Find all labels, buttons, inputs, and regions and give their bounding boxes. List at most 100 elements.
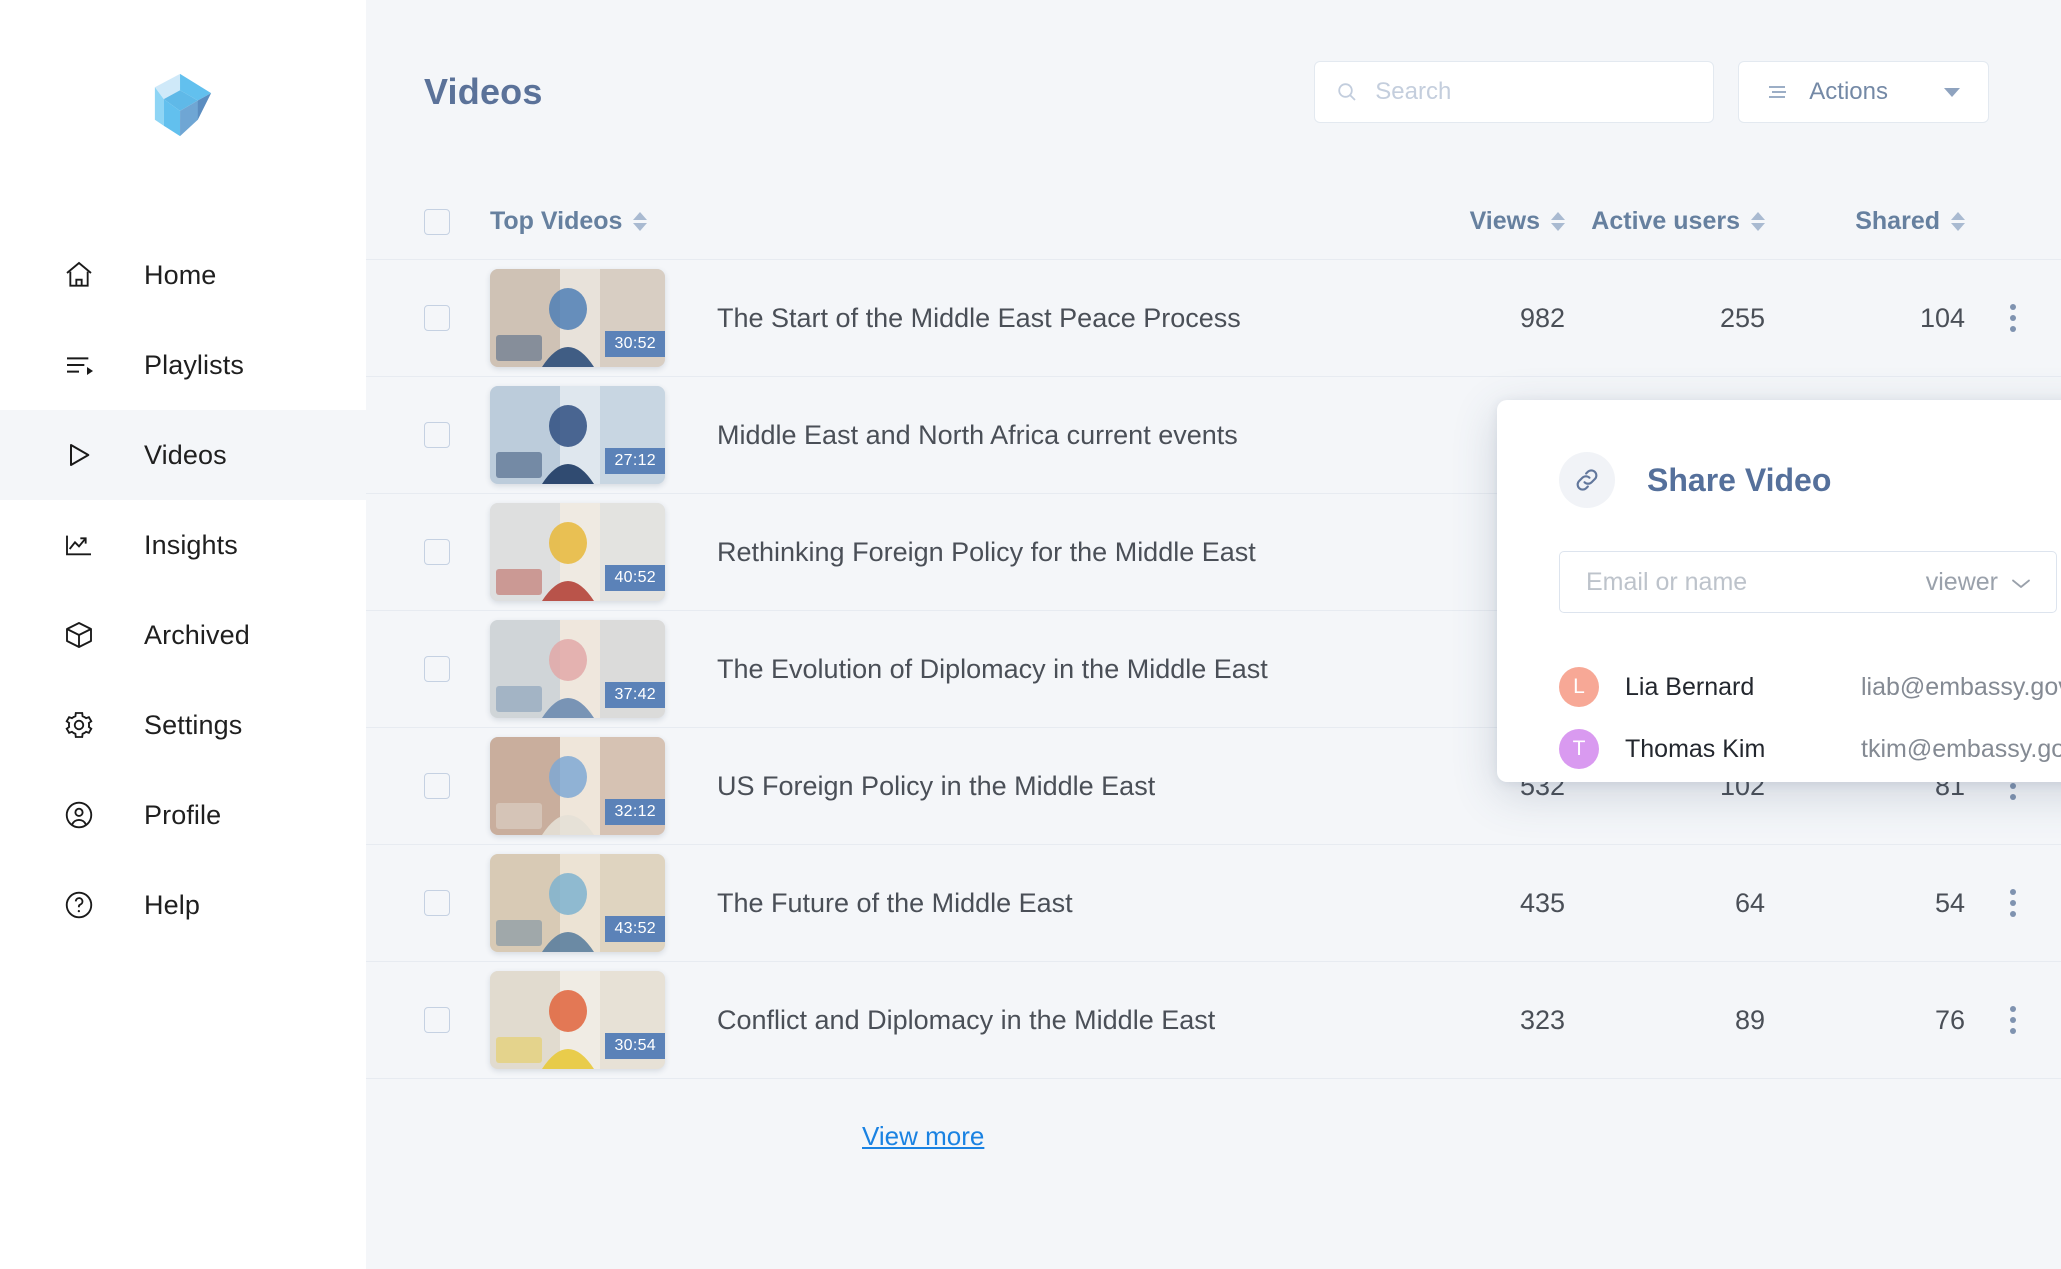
video-duration: 40:52 [605, 565, 665, 591]
sidebar-item-home[interactable]: Home [0, 230, 366, 320]
main-content: Videos Actions [366, 0, 2061, 1269]
video-title: The Future of the Middle East [717, 887, 1073, 918]
role-select[interactable]: viewer [1926, 568, 2032, 597]
shared-value: 104 [1919, 302, 1965, 333]
column-header-title: Top Videos [490, 207, 1365, 236]
sidebar-item-playlists[interactable]: Playlists [0, 320, 366, 410]
row-select-cell [424, 773, 490, 799]
row-shared-cell: 104 [1765, 303, 1965, 334]
column-header-label: Shared [1855, 207, 1940, 235]
views-value: 323 [1519, 1004, 1565, 1035]
sidebar-item-label: Profile [144, 799, 222, 830]
row-shared-cell: 54 [1765, 888, 1965, 919]
select-all-cell [424, 208, 490, 235]
person-email: tkim@embassy.gov [1861, 734, 2061, 763]
table-row[interactable]: 30:52 The Start of the Middle East Peace… [366, 260, 2061, 377]
sort-icon [1751, 212, 1765, 231]
column-header-views: Views [1365, 207, 1565, 236]
sidebar-item-label: Help [144, 889, 200, 920]
email-input[interactable] [1586, 567, 1926, 597]
video-thumbnail[interactable]: 32:12 [490, 737, 665, 835]
row-views-cell: 982 [1365, 303, 1565, 334]
row-active-users-cell: 64 [1565, 888, 1765, 919]
video-duration: 37:42 [605, 682, 665, 708]
views-value: 435 [1519, 887, 1565, 918]
kebab-menu-icon[interactable] [2010, 1006, 2016, 1034]
row-views-cell: 435 [1365, 888, 1565, 919]
view-more-link[interactable]: View more [862, 1121, 984, 1151]
kebab-menu-icon[interactable] [2010, 304, 2016, 332]
shared-person-row[interactable]: L Lia Bernard liab@embassy.gov Editor [1559, 656, 2061, 718]
row-select-cell [424, 539, 490, 565]
sidebar: Home Playlists Videos Insights Archived … [0, 0, 366, 1269]
row-title-cell: 32:12 US Foreign Policy in the Middle Ea… [490, 737, 1365, 835]
row-checkbox[interactable] [424, 305, 450, 331]
table-row[interactable]: 43:52 The Future of the Middle East 435 … [366, 845, 2061, 962]
video-title: The Start of the Middle East Peace Proce… [717, 302, 1241, 333]
row-checkbox[interactable] [424, 656, 450, 682]
row-select-cell [424, 656, 490, 682]
sort-icon [633, 212, 648, 231]
row-title-cell: 30:54 Conflict and Diplomacy in the Midd… [490, 971, 1365, 1069]
question-circle-icon [62, 888, 96, 922]
search-box[interactable] [1314, 61, 1715, 123]
kebab-menu-icon[interactable] [2010, 889, 2016, 917]
sidebar-item-label: Videos [144, 439, 227, 470]
email-or-name-field[interactable]: viewer [1559, 551, 2057, 613]
actions-button[interactable]: Actions [1738, 61, 1989, 123]
row-menu-cell [1965, 889, 2061, 917]
list-icon [1765, 81, 1789, 103]
row-checkbox[interactable] [424, 539, 450, 565]
video-thumbnail[interactable]: 27:12 [490, 386, 665, 484]
shared-value: 54 [1934, 887, 1965, 918]
row-select-cell [424, 305, 490, 331]
row-select-cell [424, 890, 490, 916]
sort-by-shared[interactable]: Shared [1855, 207, 1965, 236]
play-triangle-logo-icon [154, 73, 212, 137]
topbar-controls: Actions [1314, 61, 1989, 123]
app-root: Home Playlists Videos Insights Archived … [0, 0, 2061, 1269]
link-icon [1559, 452, 1615, 508]
modal-title: Share Video [1647, 461, 1832, 498]
video-thumbnail[interactable]: 43:52 [490, 854, 665, 952]
video-thumbnail[interactable]: 40:52 [490, 503, 665, 601]
shared-person-row[interactable]: T Thomas Kim tkim@embassy.gov Viewer [1559, 718, 2061, 780]
select-all-checkbox[interactable] [424, 208, 450, 235]
sidebar-item-archived[interactable]: Archived [0, 590, 366, 680]
row-checkbox[interactable] [424, 422, 450, 448]
video-thumbnail[interactable]: 37:42 [490, 620, 665, 718]
row-views-cell: 323 [1365, 1005, 1565, 1036]
sort-by-title[interactable]: Top Videos [490, 207, 648, 236]
active-users-value: 255 [1719, 302, 1765, 333]
trending-up-icon [62, 528, 96, 562]
actions-button-label: Actions [1809, 78, 1888, 105]
sidebar-item-profile[interactable]: Profile [0, 770, 366, 860]
page-title: Videos [424, 71, 543, 112]
sidebar-item-settings[interactable]: Settings [0, 680, 366, 770]
row-checkbox[interactable] [424, 773, 450, 799]
sidebar-item-insights[interactable]: Insights [0, 500, 366, 590]
sort-by-active-users[interactable]: Active users [1591, 207, 1765, 236]
row-checkbox[interactable] [424, 890, 450, 916]
sidebar-item-help[interactable]: Help [0, 860, 366, 950]
sidebar-item-videos[interactable]: Videos [0, 410, 366, 500]
row-active-users-cell: 255 [1565, 303, 1765, 334]
sidebar-item-label: Home [144, 259, 217, 290]
chevron-down-icon [1942, 85, 1962, 99]
video-thumbnail[interactable]: 30:54 [490, 971, 665, 1069]
active-users-value: 89 [1734, 1004, 1765, 1035]
row-checkbox[interactable] [424, 1007, 450, 1033]
box-icon [62, 618, 96, 652]
video-title: Conflict and Diplomacy in the Middle Eas… [717, 1004, 1216, 1035]
row-menu-cell [1965, 1006, 2061, 1034]
share-input-row: viewer Share [1559, 550, 2061, 614]
video-thumbnail[interactable]: 30:52 [490, 269, 665, 367]
table-row[interactable]: 30:54 Conflict and Diplomacy in the Midd… [366, 962, 2061, 1079]
video-title: The Evolution of Diplomacy in the Middle… [717, 653, 1268, 684]
row-select-cell [424, 1007, 490, 1033]
avatar: T [1559, 729, 1599, 769]
share-video-modal: Share Video viewer Share L Lia Bernard l… [1497, 400, 2061, 782]
sort-by-views[interactable]: Views [1470, 207, 1565, 236]
search-input[interactable] [1375, 78, 1694, 106]
topbar: Videos Actions [366, 0, 2061, 184]
